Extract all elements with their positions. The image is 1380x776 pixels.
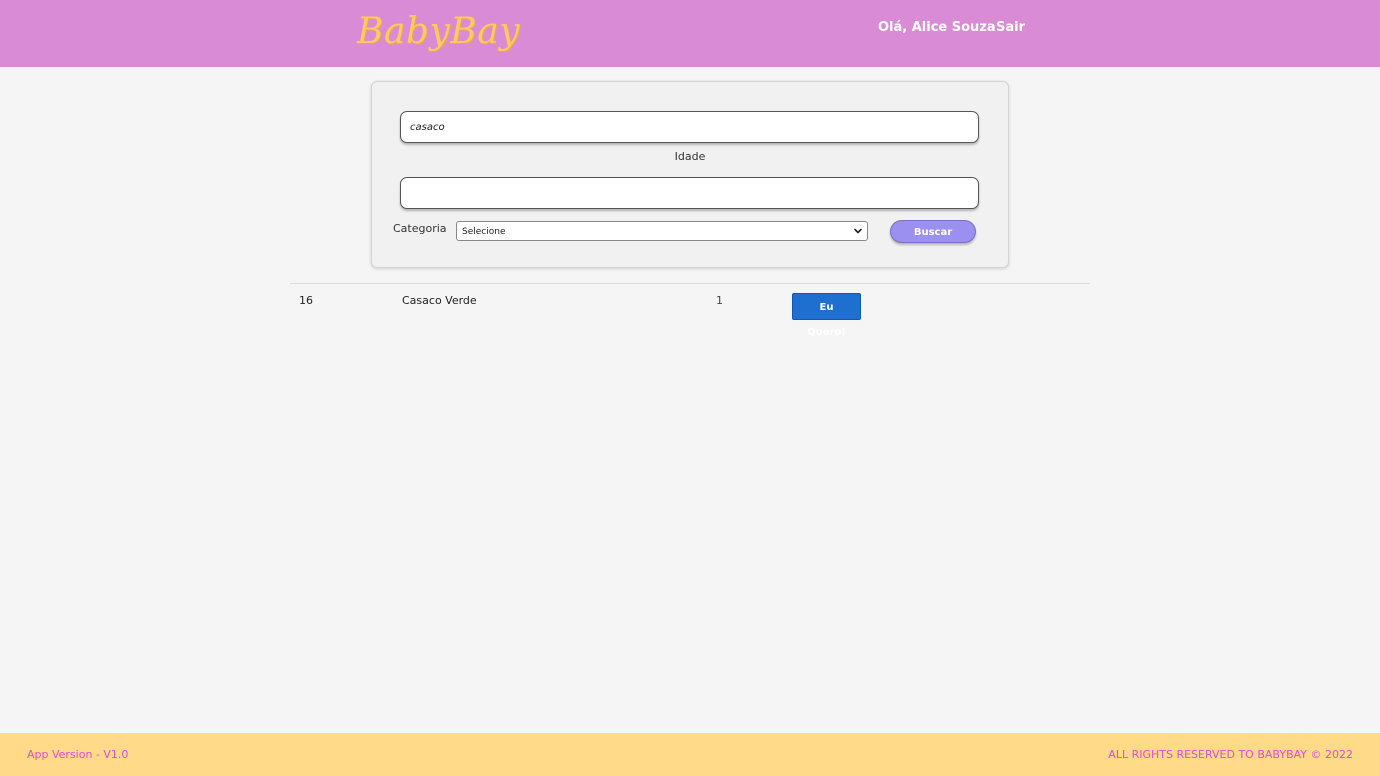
copyright-notice: ALL RIGHTS RESERVED TO BABYBAY © 2022 — [1108, 748, 1353, 761]
product-name-input[interactable] — [400, 111, 979, 143]
footer: App Version - V1.0 ALL RIGHTS RESERVED T… — [0, 733, 1380, 776]
user-greeting: Olá, Alice Souza — [878, 20, 996, 35]
category-label: Categoria — [393, 222, 447, 235]
category-selected-value: Selecione — [462, 227, 506, 237]
result-id: 16 — [299, 294, 313, 307]
babybay-logo[interactable]: BabyBay — [357, 6, 520, 58]
result-quantity: 1 — [716, 294, 723, 307]
results-divider — [290, 283, 1090, 284]
top-navbar: BabyBay Olá, Alice Souza Sair — [0, 0, 1380, 67]
chevron-down-icon — [854, 228, 862, 234]
want-button[interactable]: Eu Quero! — [792, 293, 861, 338]
result-name: Casaco Verde — [402, 294, 477, 307]
category-select[interactable]: Selecione — [456, 221, 868, 241]
age-label: Idade — [674, 150, 706, 163]
age-input[interactable] — [400, 177, 979, 209]
app-version: App Version - V1.0 — [27, 748, 129, 761]
logout-link[interactable]: Sair — [996, 18, 1025, 38]
search-button[interactable]: Buscar — [890, 220, 976, 243]
